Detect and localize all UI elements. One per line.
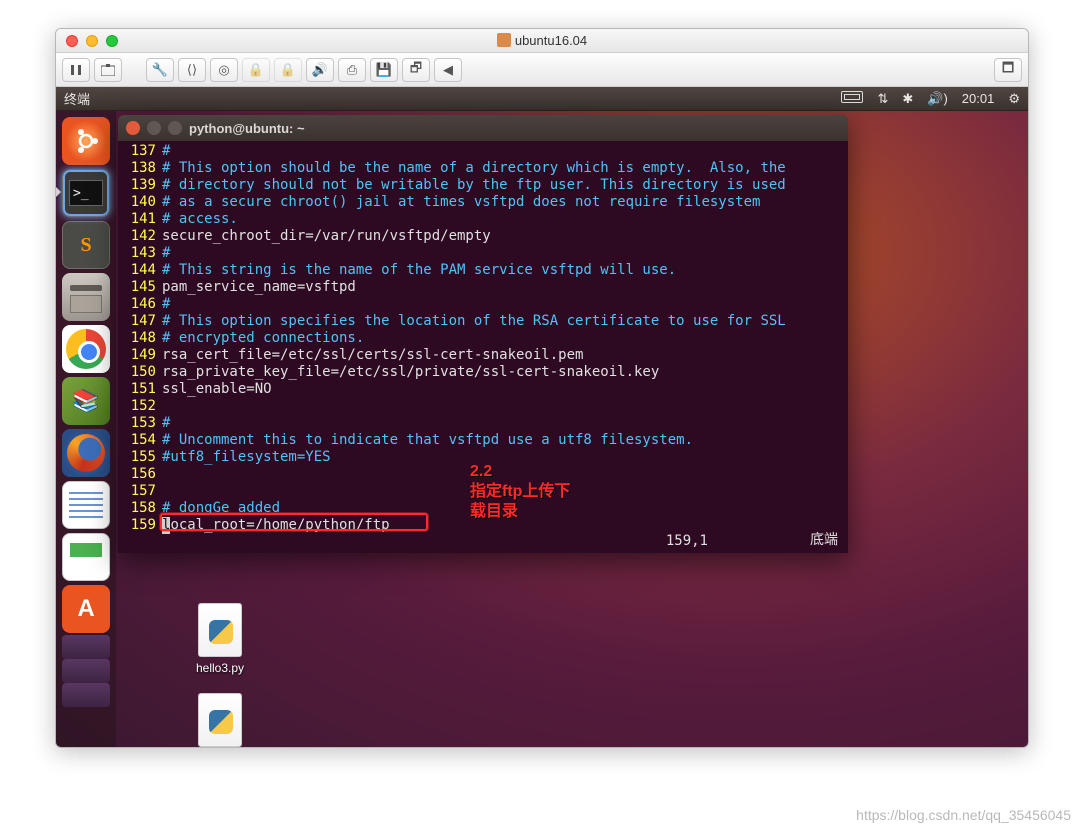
maximize-icon[interactable] (168, 121, 182, 135)
volume-indicator-icon[interactable]: 🔊) (927, 91, 948, 107)
file-label: hello3.py (196, 661, 244, 675)
vm-icon (497, 33, 511, 47)
vim-mode: 底端 (810, 529, 838, 549)
software-launcher-icon[interactable] (62, 585, 110, 633)
firefox-launcher-icon[interactable] (62, 429, 110, 477)
sublime-launcher-icon[interactable]: S (62, 221, 110, 269)
cdrom-icon[interactable]: ◎ (210, 58, 238, 82)
refresh-icon[interactable]: 🗗 (402, 58, 430, 82)
python-file-icon (198, 603, 242, 657)
terminal-titlebar[interactable]: python@ubuntu: ~ (118, 115, 848, 141)
pause-button[interactable] (62, 58, 90, 82)
python-file-icon (198, 693, 242, 747)
minimize-icon[interactable] (147, 121, 161, 135)
floppy-icon[interactable]: 💾 (370, 58, 398, 82)
keyboard-indicator-icon[interactable] (841, 91, 863, 106)
guest-desktop: 终端 ⇅ ✱ 🔊) 20:01 ⚙ >_ S 📚 (56, 87, 1028, 747)
files-launcher-icon[interactable] (62, 273, 110, 321)
watermark: https://blog.csdn.net/qq_35456045 (856, 807, 1071, 823)
launcher-stack-icon[interactable] (62, 683, 110, 707)
back-icon[interactable]: ◀ (434, 58, 462, 82)
chrome-launcher-icon[interactable] (62, 325, 110, 373)
ubuntu-topbar: 终端 ⇅ ✱ 🔊) 20:01 ⚙ (56, 87, 1028, 111)
dash-icon[interactable] (62, 117, 110, 165)
active-app-label: 终端 (64, 89, 90, 108)
vm-window: ubuntu16.04 🔧 ⟨⟩ ◎ 🔒 🔒 🔊 ⎙ 💾 🗗 ◀ 🗖 终端 ⇅ … (55, 28, 1029, 748)
clock[interactable]: 20:01 (962, 91, 995, 106)
terminal-window: python@ubuntu: ~ 137#138# This option sh… (118, 115, 848, 553)
desktop-file[interactable]: hello3.py (196, 603, 244, 675)
fullscreen-button[interactable]: 🗖 (994, 58, 1022, 82)
annotation-text: 2.2 指定ftp上传下 载目录 (470, 462, 570, 522)
wrench-icon[interactable]: 🔧 (146, 58, 174, 82)
hdd2-icon[interactable]: 🔒 (274, 58, 302, 82)
unity-launcher: >_ S 📚 (56, 111, 116, 747)
vm-title: ubuntu16.04 (56, 33, 1028, 48)
launcher-stack-icon[interactable] (62, 635, 110, 659)
mac-titlebar: ubuntu16.04 (56, 29, 1028, 53)
bluetooth-indicator-icon[interactable]: ✱ (902, 91, 913, 107)
snapshot-button[interactable] (94, 58, 122, 82)
hdd-icon[interactable]: 🔒 (242, 58, 270, 82)
calc-launcher-icon[interactable] (62, 533, 110, 581)
writer-launcher-icon[interactable] (62, 481, 110, 529)
terminal-title: python@ubuntu: ~ (189, 121, 305, 136)
launcher-stack-icon[interactable] (62, 659, 110, 683)
books-launcher-icon[interactable]: 📚 (62, 377, 110, 425)
link-icon[interactable]: ⟨⟩ (178, 58, 206, 82)
vm-toolbar: 🔧 ⟨⟩ ◎ 🔒 🔒 🔊 ⎙ 💾 🗗 ◀ 🗖 (56, 53, 1028, 87)
network-indicator-icon[interactable]: ⇅ (877, 91, 888, 107)
desktop-file[interactable]: hello4.py (196, 693, 244, 747)
close-icon[interactable] (126, 121, 140, 135)
gear-icon[interactable]: ⚙ (1008, 91, 1020, 107)
cursor-position: 159,1 (666, 533, 708, 549)
terminal-launcher-icon[interactable]: >_ (62, 169, 110, 217)
sound-icon[interactable]: 🔊 (306, 58, 334, 82)
usb-icon[interactable]: ⎙ (338, 58, 366, 82)
